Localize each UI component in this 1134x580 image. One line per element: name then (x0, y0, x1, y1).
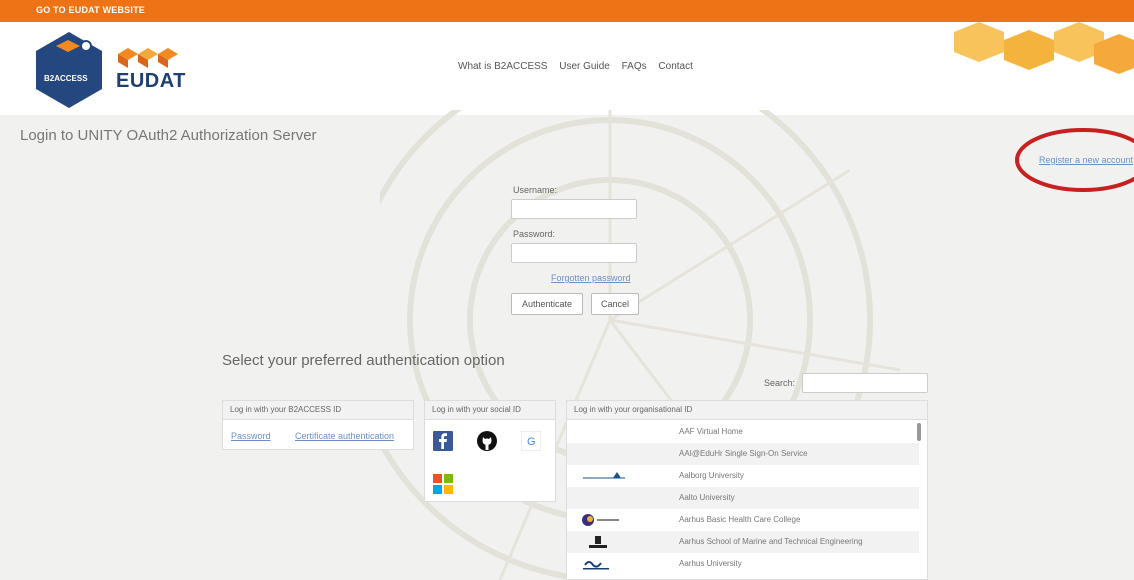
aalborg-logo-icon (583, 472, 625, 479)
eudat-website-link[interactable]: GO TO EUDAT WEBSITE (36, 5, 145, 15)
org-panel-header: Log in with your organisational ID (567, 401, 927, 420)
highlight-ellipse (1015, 128, 1134, 192)
header: B2ACCESS EUDAT What is B2ACCESS User Gui… (0, 22, 1134, 115)
password-option-link[interactable]: Password (231, 431, 271, 441)
authenticate-button[interactable]: Authenticate (511, 293, 583, 315)
b2access-logo-text: B2ACCESS (44, 74, 88, 83)
nav-item-user-guide[interactable]: User Guide (559, 61, 610, 72)
aarhus-university-logo-icon (583, 561, 609, 570)
password-label: Password: (513, 229, 556, 239)
page-title: Login to UNITY OAuth2 Authorization Serv… (20, 127, 317, 144)
eudat-logo[interactable]: EUDAT (112, 44, 185, 94)
organisational-id-panel: Log in with your organisational ID AAF V… (566, 400, 928, 580)
password-input[interactable] (511, 243, 637, 263)
org-name: AAI@EduHr Single Sign-On Service (679, 449, 808, 458)
list-item[interactable]: Aarhus School of Marine and Technical En… (567, 531, 919, 553)
search-input[interactable] (802, 373, 928, 393)
nav-item-contact[interactable]: Contact (658, 61, 692, 72)
b2access-logo[interactable]: B2ACCESS (34, 30, 104, 110)
list-item[interactable]: Aalborg University (567, 465, 919, 487)
list-item[interactable]: Aarhus University (567, 553, 919, 575)
list-item[interactable]: AAF Virtual Home (567, 421, 919, 443)
certificate-auth-link[interactable]: Certificate authentication (295, 431, 394, 441)
search-label: Search: (764, 378, 796, 388)
facebook-icon[interactable] (433, 431, 453, 451)
svg-text:G: G (527, 436, 536, 448)
org-name: Aarhus University (679, 559, 742, 568)
social-panel-header: Log in with your social ID (425, 401, 555, 420)
social-id-panel: Log in with your social ID G (424, 400, 556, 502)
org-name: AAF Virtual Home (679, 427, 743, 436)
aarhus-marine-logo-icon (589, 536, 607, 548)
org-name: Aarhus School of Marine and Technical En… (679, 537, 863, 546)
nav-item-faqs[interactable]: FAQs (622, 61, 647, 72)
cancel-button[interactable]: Cancel (591, 293, 639, 315)
auth-options-title: Select your preferred authentication opt… (222, 352, 505, 369)
aarhus-college-logo-icon (582, 514, 619, 526)
org-name: Aarhus Basic Health Care College (679, 515, 801, 524)
top-bar: GO TO EUDAT WEBSITE (0, 0, 1134, 22)
github-icon[interactable] (477, 431, 497, 451)
org-name: Aalborg University (679, 471, 744, 480)
username-input[interactable] (511, 199, 637, 219)
nav-item-what-is-b2access[interactable]: What is B2ACCESS (458, 61, 547, 72)
google-icon[interactable]: G (521, 431, 541, 451)
username-label: Username: (513, 185, 558, 195)
list-item[interactable]: Aarhus Basic Health Care College (567, 509, 919, 531)
list-item[interactable]: Aalto University (567, 487, 919, 509)
forgotten-password-link[interactable]: Forgotten password (551, 273, 631, 283)
b2access-id-panel: Log in with your B2ACCESS ID Password Ce… (222, 400, 414, 450)
main-nav: What is B2ACCESS User Guide FAQs Contact (458, 61, 702, 72)
microsoft-icon[interactable] (433, 474, 453, 494)
eudat-logo-text: EUDAT (116, 70, 186, 92)
list-item[interactable]: AAI@EduHr Single Sign-On Service (567, 443, 919, 465)
b2access-panel-header: Log in with your B2ACCESS ID (223, 401, 413, 420)
hexagon-decoration (954, 22, 1134, 74)
org-name: Aalto University (679, 493, 735, 502)
